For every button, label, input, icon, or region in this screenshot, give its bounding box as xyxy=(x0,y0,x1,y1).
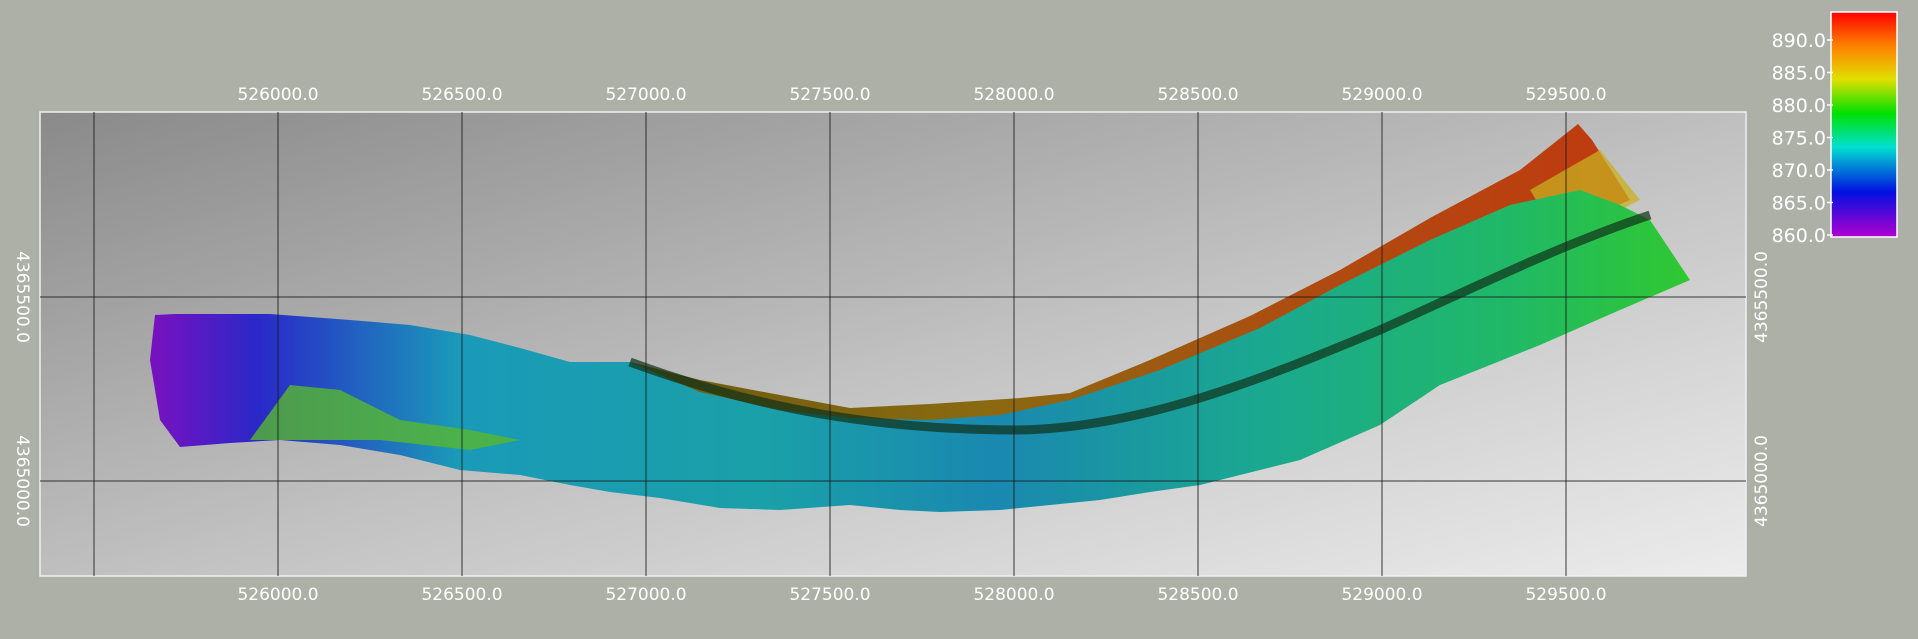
legend-tick-label: 885.0 xyxy=(1772,63,1826,85)
x-tick-label-top: 526000.0 xyxy=(237,85,318,105)
legend-tick-label: 880.0 xyxy=(1772,95,1826,117)
x-tick-label-bottom: 529500.0 xyxy=(1525,585,1606,605)
x-tick-label-bottom: 526500.0 xyxy=(421,585,502,605)
legend-tick-label: 860.0 xyxy=(1772,225,1826,247)
x-tick-label-bottom: 526000.0 xyxy=(237,585,318,605)
y-tick-label-right: 4365500.0 xyxy=(1752,251,1772,343)
x-tick-label-top: 528500.0 xyxy=(1157,85,1238,105)
x-axis-bottom: 526000.0 526500.0 527000.0 527500.0 528000.0… xyxy=(237,585,1606,605)
x-tick-label-bottom: 529000.0 xyxy=(1341,585,1422,605)
legend-tick-label: 870.0 xyxy=(1772,160,1826,182)
legend-tick-label: 865.0 xyxy=(1772,193,1826,215)
x-tick-label-top: 527500.0 xyxy=(789,85,870,105)
x-axis-top: 526000.0 526500.0 527000.0 527500.0 528000.0… xyxy=(237,85,1606,105)
x-tick-label-top: 527000.0 xyxy=(605,85,686,105)
legend-tick-label: 890.0 xyxy=(1772,30,1826,52)
y-tick-label-right: 4365000.0 xyxy=(1752,435,1772,527)
y-axis-left: 4365500.0 4365000.0 xyxy=(12,251,32,527)
x-tick-label-top: 526500.0 xyxy=(421,85,502,105)
x-tick-label-bottom: 528000.0 xyxy=(973,585,1054,605)
y-tick-label-left: 4365500.0 xyxy=(12,251,32,343)
map-view[interactable]: 526000.0 526500.0 527000.0 527500.0 528000.0… xyxy=(0,0,1918,639)
elevation-legend: 890.0 885.0 880.0 875.0 870.0 865.0 860.0 xyxy=(1772,11,1898,247)
x-tick-label-top: 529500.0 xyxy=(1525,85,1606,105)
y-tick-label-left: 4365000.0 xyxy=(12,435,32,527)
x-tick-label-bottom: 527500.0 xyxy=(789,585,870,605)
x-tick-label-bottom: 528500.0 xyxy=(1157,585,1238,605)
y-axis-right: 4365500.0 4365000.0 xyxy=(1752,251,1772,527)
legend-color-bar xyxy=(1830,11,1898,238)
x-tick-label-top: 529000.0 xyxy=(1341,85,1422,105)
x-tick-label-bottom: 527000.0 xyxy=(605,585,686,605)
x-tick-label-top: 528000.0 xyxy=(973,85,1054,105)
legend-tick-label: 875.0 xyxy=(1772,128,1826,150)
